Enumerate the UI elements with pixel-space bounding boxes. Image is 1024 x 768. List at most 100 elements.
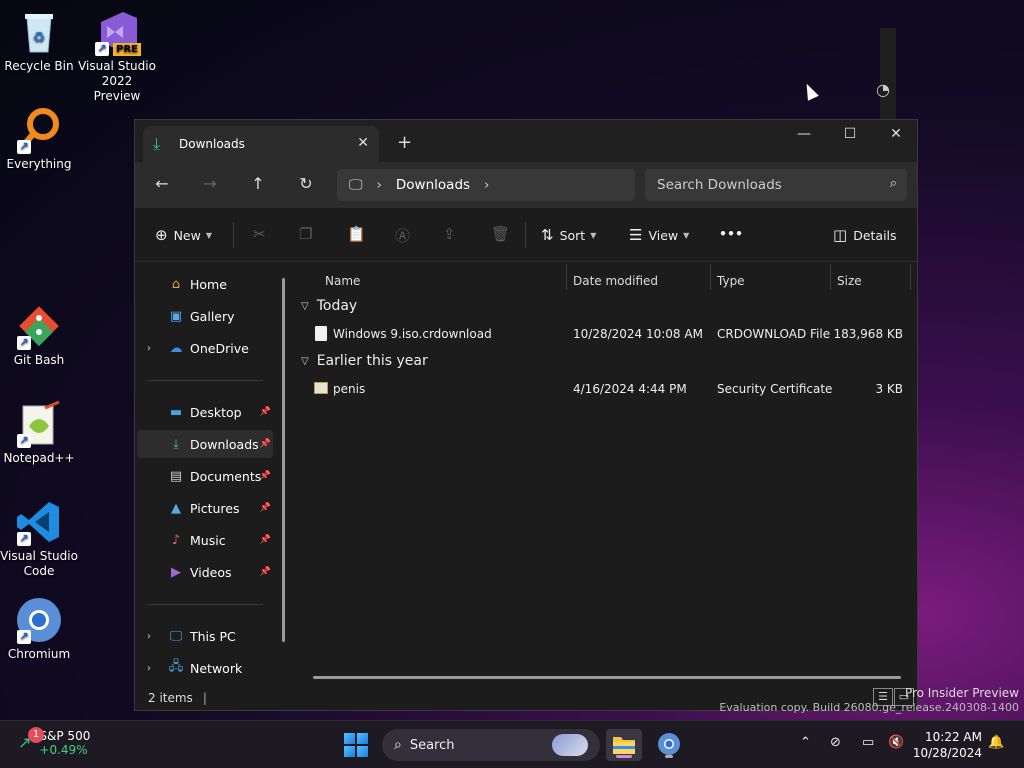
- sidebar-item-pictures[interactable]: ▲ Pictures 📌: [137, 494, 273, 522]
- divider: [525, 222, 526, 248]
- stock-widget[interactable]: ↗ 1 S&P 500 +0.49%: [18, 727, 91, 757]
- refresh-button[interactable]: ↻: [293, 174, 319, 193]
- back-button[interactable]: ←: [149, 174, 175, 193]
- home-icon: ⌂: [171, 276, 181, 292]
- file-name: Windows 9.iso.crdownload: [333, 327, 492, 341]
- column-header-name[interactable]: Name: [325, 274, 360, 288]
- start-button[interactable]: [344, 733, 368, 757]
- taskbar-app-chromium[interactable]: [651, 729, 687, 761]
- group-header-earlier-this-year[interactable]: ▽ Earlier this year: [301, 353, 428, 369]
- sort-arrows-icon: ⇅: [541, 226, 554, 244]
- column-divider[interactable]: [566, 264, 567, 290]
- sidebar-item-network[interactable]: › 🖧 Network: [137, 654, 273, 682]
- file-size: 183,968 KB: [833, 327, 903, 341]
- more-options-button[interactable]: •••: [719, 226, 743, 241]
- sidebar-scrollbar[interactable]: [282, 278, 285, 642]
- breadcrumb-chevron-icon[interactable]: ›: [377, 177, 382, 193]
- column-divider[interactable]: [830, 264, 831, 290]
- notification-bell-icon[interactable]: 🔔: [988, 735, 1004, 750]
- group-label: Earlier this year: [316, 353, 428, 369]
- new-tab-button[interactable]: +: [397, 132, 412, 153]
- taskbar-app-file-explorer[interactable]: [606, 729, 642, 761]
- network-disconnected-icon[interactable]: ⊘: [830, 735, 841, 750]
- file-date: 10/28/2024 10:08 AM: [573, 327, 703, 341]
- sidebar-item-label: This PC: [190, 628, 236, 644]
- sidebar-item-label: Pictures: [190, 500, 240, 516]
- tab-label: Downloads: [179, 137, 245, 151]
- chevron-right-icon[interactable]: ›: [147, 343, 151, 354]
- column-header-type[interactable]: Type: [717, 274, 745, 288]
- desktop-icon-label: Everything: [6, 157, 72, 171]
- desktop-icon-vscode[interactable]: ↗ Visual Studio Code: [0, 498, 78, 579]
- forward-button[interactable]: →: [197, 174, 223, 193]
- chromium-icon: ↗: [15, 596, 63, 644]
- cut-icon[interactable]: ✂: [253, 225, 266, 243]
- sidebar-item-label: OneDrive: [190, 340, 249, 356]
- maximize-button[interactable]: ☐: [827, 126, 873, 142]
- column-header-date[interactable]: Date modified: [573, 274, 658, 288]
- breadcrumb-chevron-icon[interactable]: ›: [484, 177, 489, 193]
- chevron-right-icon[interactable]: ›: [147, 631, 151, 642]
- delete-icon[interactable]: 🗑: [491, 225, 510, 243]
- sidebar-item-onedrive[interactable]: › ☁ OneDrive: [137, 334, 273, 362]
- sidebar-item-gallery[interactable]: ▣ Gallery: [137, 302, 273, 330]
- close-window-button[interactable]: ✕: [873, 126, 919, 142]
- navigation-pane: ⌂ Home ▣ Gallery › ☁ OneDrive ▬ Desktop …: [135, 262, 293, 686]
- chevron-down-icon: ▼: [590, 230, 597, 240]
- system-clock[interactable]: 10:22 AM 10/28/2024: [910, 729, 982, 761]
- pin-icon[interactable]: 📌: [260, 535, 271, 545]
- view-button[interactable]: ☰ View ▼: [629, 226, 689, 244]
- address-bar[interactable]: 🖵 › Downloads ›: [337, 169, 635, 201]
- up-button[interactable]: ↑: [245, 174, 271, 193]
- column-divider[interactable]: [710, 264, 711, 290]
- sidebar-item-documents[interactable]: ▤ Documents 📌: [137, 462, 273, 490]
- breadcrumb-downloads[interactable]: Downloads: [396, 177, 470, 193]
- shortcut-arrow-icon: ↗: [17, 140, 31, 154]
- desktop-icon-recycle-bin[interactable]: ♻ Recycle Bin: [0, 8, 78, 74]
- sidebar-item-label: Videos: [190, 564, 232, 580]
- share-icon[interactable]: ⇪: [443, 225, 456, 243]
- sidebar-item-this-pc[interactable]: › 🖵 This PC: [137, 622, 273, 650]
- search-input[interactable]: Search Downloads ⌕: [645, 169, 907, 201]
- horizontal-scrollbar[interactable]: [313, 676, 901, 679]
- rename-icon[interactable]: Ⓐ: [395, 225, 410, 246]
- watermark-edition: Pro Insider Preview: [904, 686, 1019, 700]
- sidebar-item-videos[interactable]: ▶ Videos 📌: [137, 558, 273, 586]
- volume-muted-icon[interactable]: 🔇: [888, 735, 904, 750]
- sort-button[interactable]: ⇅ Sort ▼: [541, 226, 596, 244]
- details-pane-button[interactable]: ◫ Details: [833, 226, 897, 244]
- group-header-today[interactable]: ▽ Today: [301, 298, 357, 314]
- pin-icon[interactable]: 📌: [260, 471, 271, 481]
- pin-icon[interactable]: 📌: [260, 439, 271, 449]
- minimize-button[interactable]: —: [781, 126, 827, 142]
- sidebar-item-desktop[interactable]: ▬ Desktop 📌: [137, 398, 273, 426]
- display-icon[interactable]: ▭: [862, 735, 874, 750]
- copy-icon[interactable]: ❐: [299, 225, 312, 243]
- taskbar-search[interactable]: ⌕ Search: [382, 729, 600, 761]
- file-list: Name Date modified Type Size ▽ Today Win…: [293, 262, 917, 686]
- paste-icon[interactable]: 📋: [347, 225, 366, 243]
- desktop-icon-git-bash[interactable]: ↗ Git Bash: [0, 302, 78, 368]
- show-hidden-icons-chevron-up-icon[interactable]: ⌃: [800, 735, 811, 750]
- tab-downloads[interactable]: ⤓ Downloads ✕: [143, 126, 379, 162]
- column-header-size[interactable]: Size: [837, 274, 862, 288]
- stock-name: S&P 500: [39, 729, 91, 743]
- sidebar-item-downloads[interactable]: ⤓ Downloads 📌: [137, 430, 273, 458]
- sidebar-item-home[interactable]: ⌂ Home: [137, 270, 273, 298]
- desktop-icon-chromium[interactable]: ↗ Chromium: [0, 596, 78, 662]
- pin-icon[interactable]: 📌: [260, 567, 271, 577]
- pin-icon[interactable]: 📌: [260, 503, 271, 513]
- desktop-icon-everything[interactable]: ↗ Everything: [0, 106, 78, 172]
- new-button[interactable]: ⊕ New ▼: [155, 226, 212, 244]
- desktop-icon-label: Visual Studio Code: [0, 549, 78, 578]
- column-divider[interactable]: [910, 264, 911, 290]
- close-tab-icon[interactable]: ✕: [357, 135, 369, 151]
- sidebar-item-music[interactable]: ♪ Music 📌: [137, 526, 273, 554]
- download-arrow-icon: ⤓: [173, 436, 179, 452]
- desktop-icon-notepad-plus-plus[interactable]: ↗ Notepad++: [0, 400, 78, 466]
- windows-logo-icon: [357, 746, 368, 757]
- divider: [147, 380, 263, 381]
- pin-icon[interactable]: 📌: [260, 407, 271, 417]
- chevron-right-icon[interactable]: ›: [147, 663, 151, 674]
- desktop-icon-visual-studio-preview[interactable]: ↗ PRE Visual Studio 2022 Preview: [78, 8, 156, 104]
